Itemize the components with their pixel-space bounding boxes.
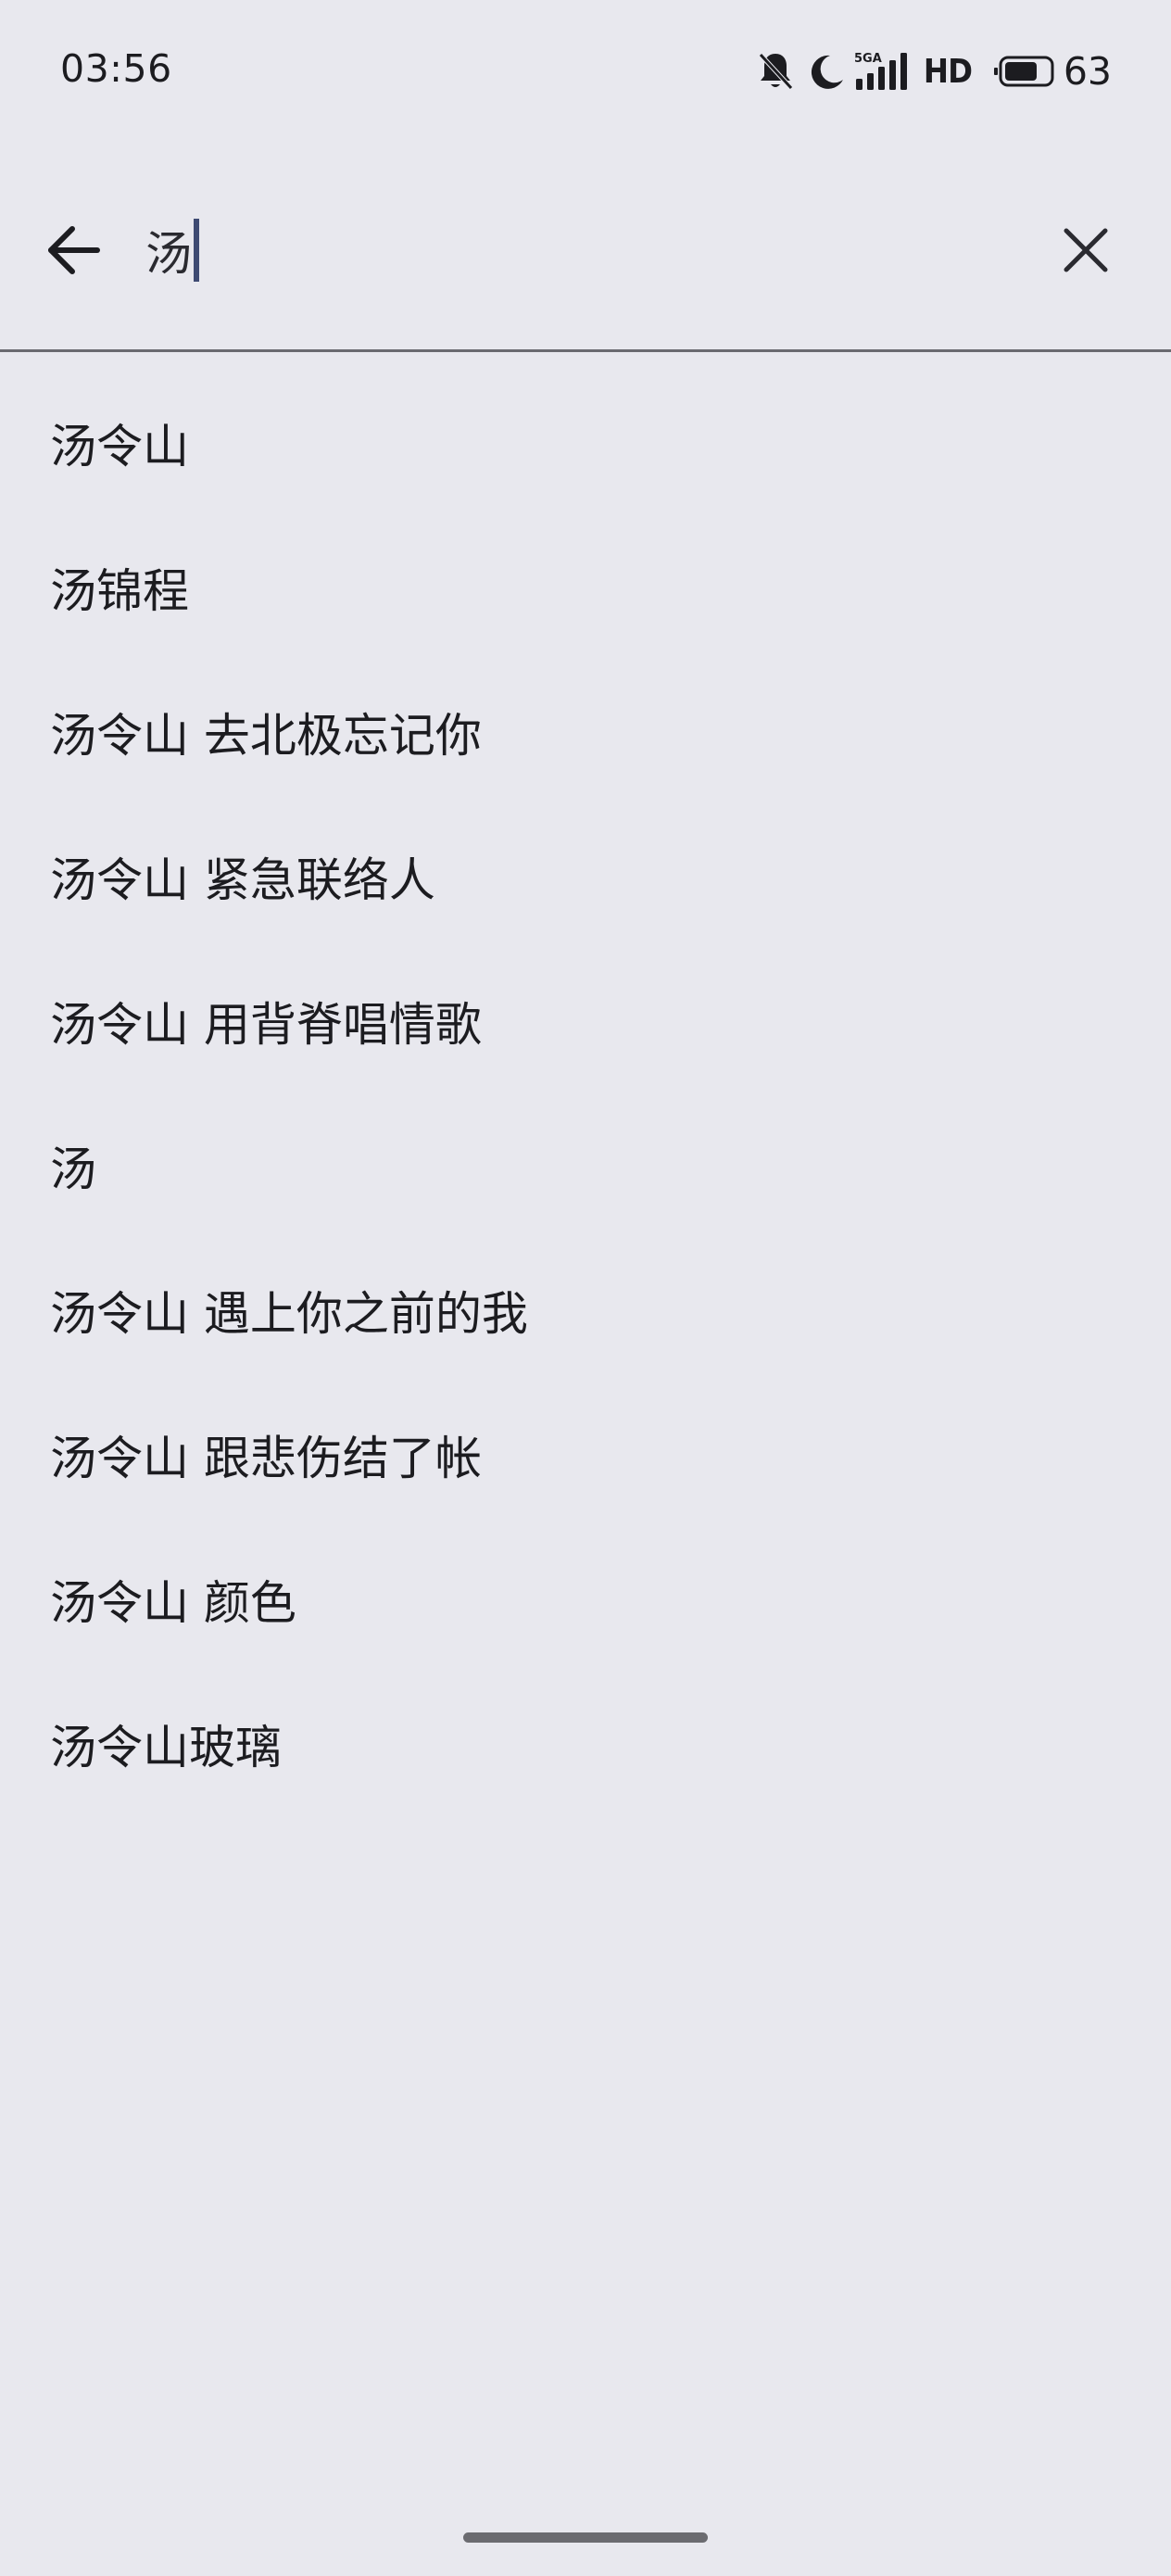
clear-button[interactable]	[1049, 213, 1123, 287]
suggestion-item[interactable]: 汤锦程	[0, 515, 1171, 660]
suggestion-item[interactable]: 汤令山 用背脊唱情歌	[0, 949, 1171, 1093]
bell-muted-icon	[758, 53, 793, 90]
status-bar: 03:56 5GA HD 63	[0, 0, 1171, 139]
suggestion-list: 汤令山 汤锦程 汤令山 去北极忘记你 汤令山 紧急联络人 汤令山 用背脊唱情歌 …	[0, 371, 1171, 1816]
search-input[interactable]: 汤	[145, 213, 199, 287]
screen: 03:56 5GA HD 63 汤 汤令山 汤锦程 汤令山 去北极忘记你 汤令山…	[0, 0, 1171, 2576]
moon-icon	[811, 55, 843, 89]
battery-level: 63	[1063, 49, 1112, 94]
suggestion-item[interactable]: 汤令山 紧急联络人	[0, 804, 1171, 949]
status-time: 03:56	[60, 46, 172, 91]
battery-icon	[993, 56, 1054, 87]
arrow-back-icon	[48, 226, 100, 274]
status-icons: 5GA HD 63	[756, 48, 1112, 95]
network-type-label: HD	[923, 52, 973, 91]
suggestion-item[interactable]: 汤令山玻璃	[0, 1672, 1171, 1816]
search-bar: 汤	[0, 176, 1171, 352]
gesture-navigation-bar[interactable]	[463, 2532, 708, 2543]
search-query-text: 汤	[145, 227, 192, 281]
suggestion-item[interactable]: 汤	[0, 1093, 1171, 1238]
suggestion-item[interactable]: 汤令山	[0, 371, 1171, 515]
signal-5g-icon: 5GA	[854, 52, 907, 90]
text-caret	[194, 219, 199, 282]
svg-text:5GA: 5GA	[854, 52, 882, 66]
back-button[interactable]	[37, 213, 111, 287]
suggestion-item[interactable]: 汤令山 跟悲伤结了帐	[0, 1383, 1171, 1527]
suggestion-item[interactable]: 汤令山 遇上你之前的我	[0, 1238, 1171, 1383]
close-icon	[1064, 228, 1108, 272]
suggestion-item[interactable]: 汤令山 颜色	[0, 1527, 1171, 1672]
suggestion-item[interactable]: 汤令山 去北极忘记你	[0, 660, 1171, 804]
